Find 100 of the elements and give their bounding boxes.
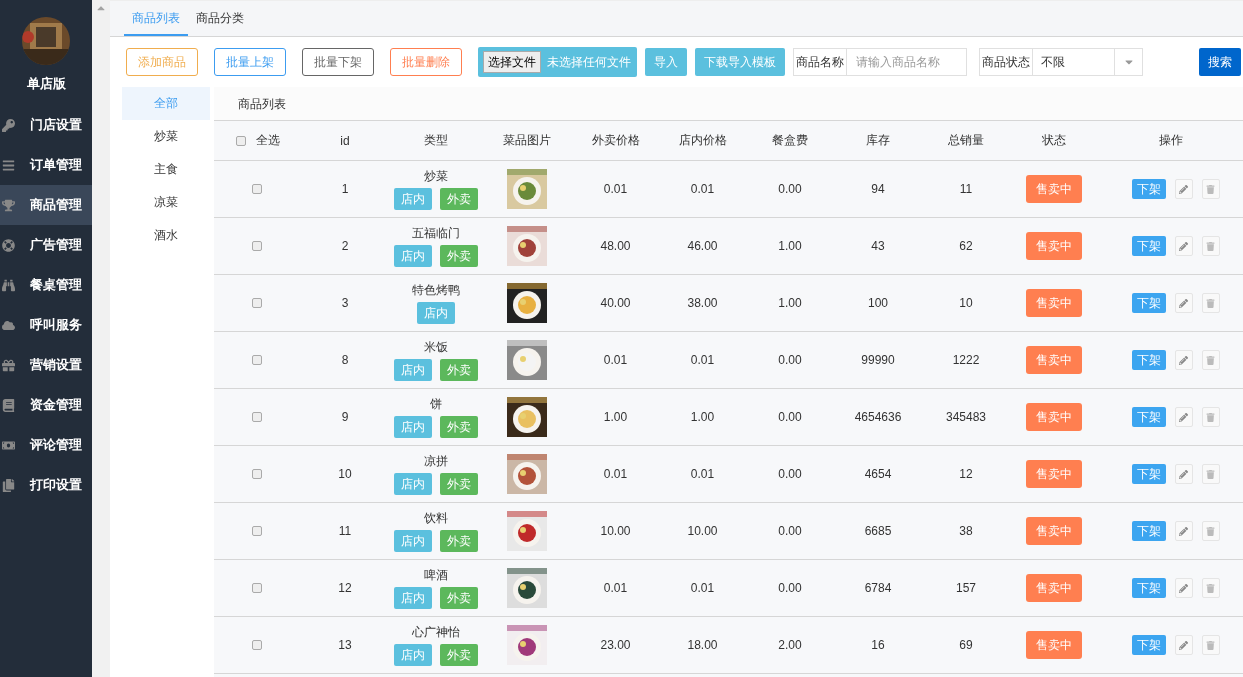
status-badge: 售卖中 — [1026, 346, 1082, 374]
delete-button[interactable] — [1201, 293, 1220, 313]
status-badge: 售卖中 — [1026, 289, 1082, 317]
tag: 外卖 — [440, 473, 478, 495]
category-item[interactable]: 酒水 — [122, 219, 210, 252]
menu-item-icon — [2, 358, 16, 372]
search-button[interactable]: 搜索 — [1199, 48, 1241, 76]
category-item[interactable]: 炒菜 — [122, 120, 210, 153]
column-header: 类型 — [424, 132, 448, 149]
delete-button[interactable] — [1201, 407, 1220, 427]
edit-button[interactable] — [1174, 521, 1193, 541]
edit-button[interactable] — [1174, 407, 1193, 427]
checkbox[interactable] — [252, 469, 262, 479]
table-cell: 12 — [959, 467, 973, 481]
delete-button[interactable] — [1201, 578, 1220, 598]
table-cell: 0.00 — [778, 467, 802, 481]
category-item[interactable]: 主食 — [122, 153, 210, 186]
table-cell: 0.01 — [690, 182, 715, 196]
trash-icon — [1206, 184, 1215, 194]
table-cell: 心广神怡 — [412, 624, 460, 641]
sidebar-item[interactable]: 餐桌管理 — [0, 265, 92, 305]
delete-button[interactable] — [1201, 236, 1220, 256]
tag: 外卖 — [440, 188, 478, 210]
menu-item-icon — [2, 398, 16, 412]
table-cell: 0.00 — [778, 182, 802, 196]
field-label: 商品状态 — [979, 48, 1033, 76]
checkbox[interactable] — [252, 583, 262, 593]
table-cell: 0.00 — [778, 410, 802, 424]
checkbox[interactable] — [252, 241, 262, 251]
status-select[interactable]: 不限 — [1033, 48, 1143, 76]
menu-item-icon — [2, 278, 16, 292]
table-cell: 0.00 — [778, 524, 802, 538]
edit-button[interactable] — [1174, 635, 1193, 655]
table-cell: 16 — [871, 638, 885, 652]
table-cell: 94 — [871, 182, 885, 196]
delete-button[interactable] — [1201, 521, 1220, 541]
table-cell: 11 — [959, 182, 973, 196]
delete-button[interactable] — [1201, 635, 1220, 655]
delete-button[interactable] — [1201, 179, 1220, 199]
sidebar-item[interactable]: 打印设置 — [0, 465, 92, 505]
sidebar-item[interactable]: 资金管理 — [0, 385, 92, 425]
table-title: 商品列表 — [214, 87, 1243, 121]
table-cell: 0.01 — [603, 182, 628, 196]
pencil-icon — [1179, 241, 1188, 251]
menu-item-icon — [2, 318, 16, 332]
tab[interactable]: 商品分类 — [188, 1, 252, 36]
checkbox[interactable] — [252, 355, 262, 365]
menu-item-icon — [2, 118, 16, 132]
table-cell: 0.01 — [603, 353, 628, 367]
choose-file-button[interactable]: 选择文件 — [483, 51, 541, 73]
checkbox[interactable] — [236, 135, 246, 146]
tag: 店内 — [394, 530, 432, 552]
file-picker[interactable]: 选择文件 未选择任何文件 — [478, 47, 637, 77]
table-cell: 18.00 — [687, 638, 718, 652]
sidebar-item[interactable]: 评论管理 — [0, 425, 92, 465]
table-cell: 8 — [341, 353, 349, 367]
edit-button[interactable] — [1174, 464, 1193, 484]
table-cell: 饼 — [430, 396, 442, 413]
field-label: 商品名称 — [793, 48, 847, 76]
checkbox[interactable] — [252, 640, 262, 650]
sidebar-item[interactable]: 营销设置 — [0, 345, 92, 385]
sidebar-item[interactable]: 呼叫服务 — [0, 305, 92, 345]
pencil-icon — [1179, 412, 1188, 422]
tag: 外卖 — [440, 587, 478, 609]
tag: 店内 — [394, 587, 432, 609]
checkbox[interactable] — [252, 526, 262, 536]
column-header: 菜品图片 — [503, 132, 551, 149]
pencil-icon — [1179, 469, 1188, 479]
tag: 店内 — [394, 644, 432, 666]
delete-button[interactable] — [1201, 464, 1220, 484]
pencil-icon — [1179, 640, 1188, 650]
sidebar-item[interactable]: 商品管理 — [0, 185, 92, 225]
delete-button[interactable] — [1201, 350, 1220, 370]
edit-button[interactable] — [1174, 578, 1193, 598]
store-name: 单店版 — [25, 75, 67, 93]
edit-button[interactable] — [1174, 350, 1193, 370]
tag: 店内 — [394, 188, 432, 210]
column-header: id — [340, 133, 350, 148]
sidebar-item[interactable]: 门店设置 — [0, 105, 92, 145]
table-cell: 米饭 — [424, 339, 448, 356]
table-cell: 1.00 — [778, 296, 802, 310]
checkbox[interactable] — [252, 412, 262, 422]
table-cell: 0.00 — [778, 581, 802, 595]
action-button[interactable]: 批量下架 — [302, 48, 374, 76]
sidebar-item[interactable]: 订单管理 — [0, 145, 92, 185]
edit-button[interactable] — [1174, 179, 1193, 199]
edit-button[interactable] — [1174, 293, 1193, 313]
table-cell: 69 — [959, 638, 973, 652]
category-item[interactable]: 凉菜 — [122, 186, 210, 219]
table-cell: 10.00 — [600, 524, 631, 538]
table-cell: 1.00 — [690, 410, 715, 424]
checkbox[interactable] — [252, 184, 262, 194]
sidebar-item[interactable]: 广告管理 — [0, 225, 92, 265]
menu-item-icon — [2, 198, 16, 212]
column-header: 餐盒费 — [772, 132, 808, 149]
edit-button[interactable] — [1174, 236, 1193, 256]
name-input-field[interactable]: 请输入商品名称 — [847, 48, 967, 76]
checkbox[interactable] — [252, 298, 262, 308]
column-header: 库存 — [866, 132, 890, 149]
tag: 店内 — [394, 473, 432, 495]
